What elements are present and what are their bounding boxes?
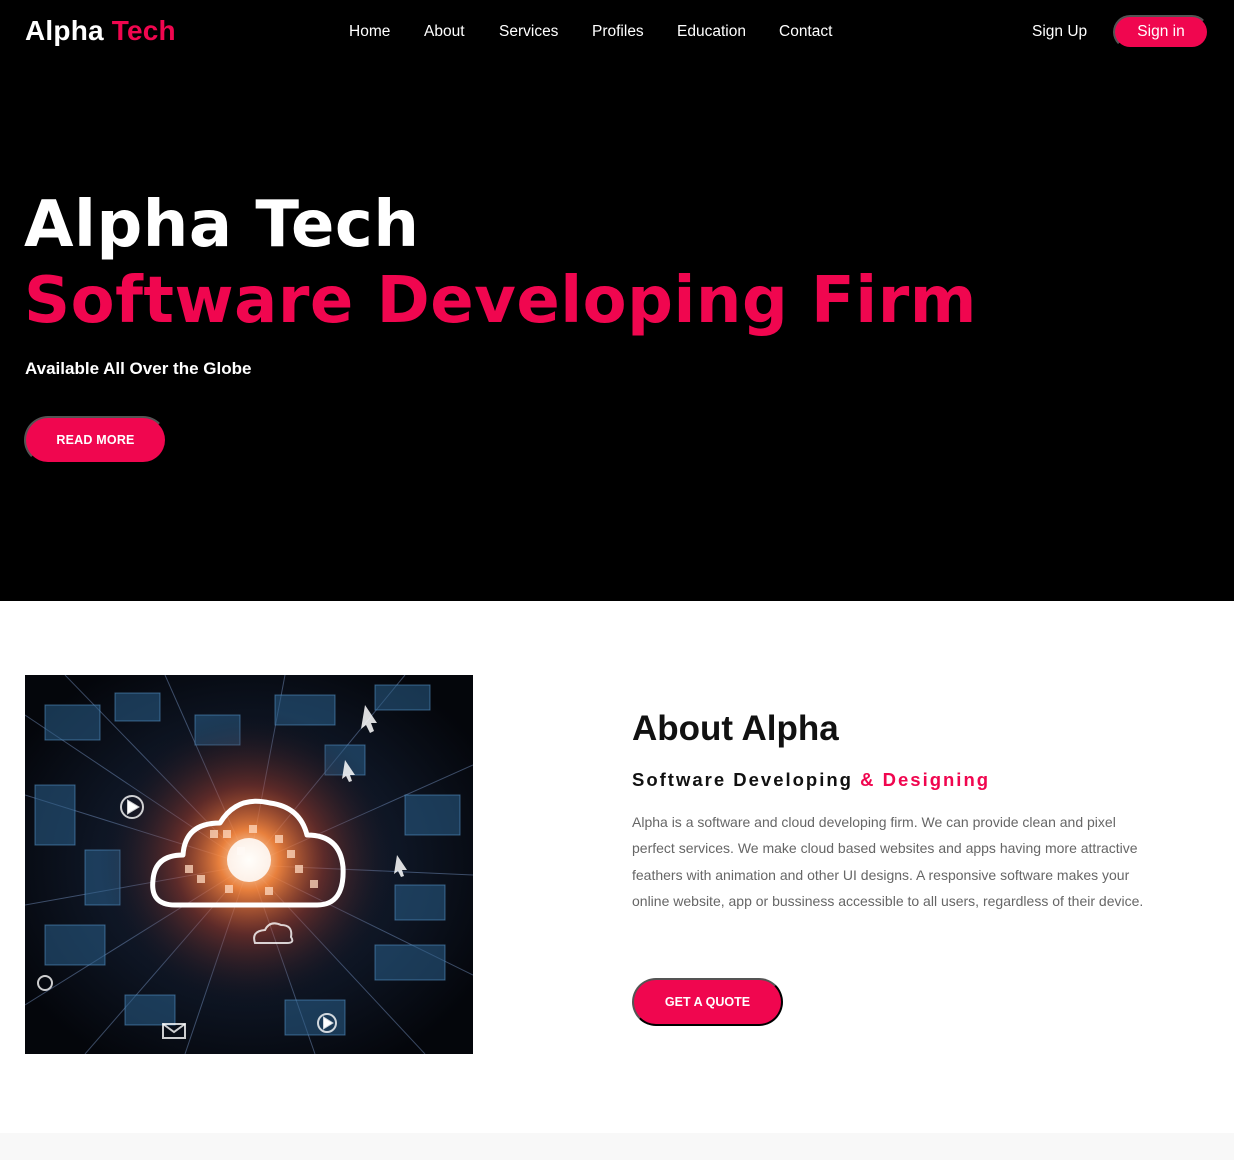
sign-in-button[interactable]: Sign in [1113,15,1209,49]
about-description: Alpha is a software and cloud developing… [632,814,1144,909]
nav-link-services[interactable]: Services [499,23,558,41]
about-subheading: Software Developing & Designing [632,769,990,791]
sign-up-link[interactable]: Sign Up [1032,23,1087,41]
nav-link-contact[interactable]: Contact [779,23,832,41]
hero-tagline: Available All Over the Globe [25,359,252,378]
cloud-network-image [25,675,473,1054]
hero-section: Alpha Tech Home About Services Profiles … [0,0,1234,601]
hero-title: Alpha Tech [24,188,420,262]
about-heading: About Alpha [632,709,839,748]
nav-link-home[interactable]: Home [349,23,390,41]
nav-link-about[interactable]: About [424,23,465,41]
about-subheading-part1: Software Developing [632,769,853,790]
nav-link-profiles[interactable]: Profiles [592,23,644,41]
read-more-button[interactable]: READ MORE [24,416,167,464]
next-section-edge [0,1133,1234,1160]
cloud-network-icon [25,675,473,1054]
about-subheading-part2: & Designing [860,769,991,790]
nav-link-education[interactable]: Education [677,23,746,41]
hero-subtitle: Software Developing Firm [24,264,977,338]
get-a-quote-button[interactable]: GET A QUOTE [632,978,783,1026]
